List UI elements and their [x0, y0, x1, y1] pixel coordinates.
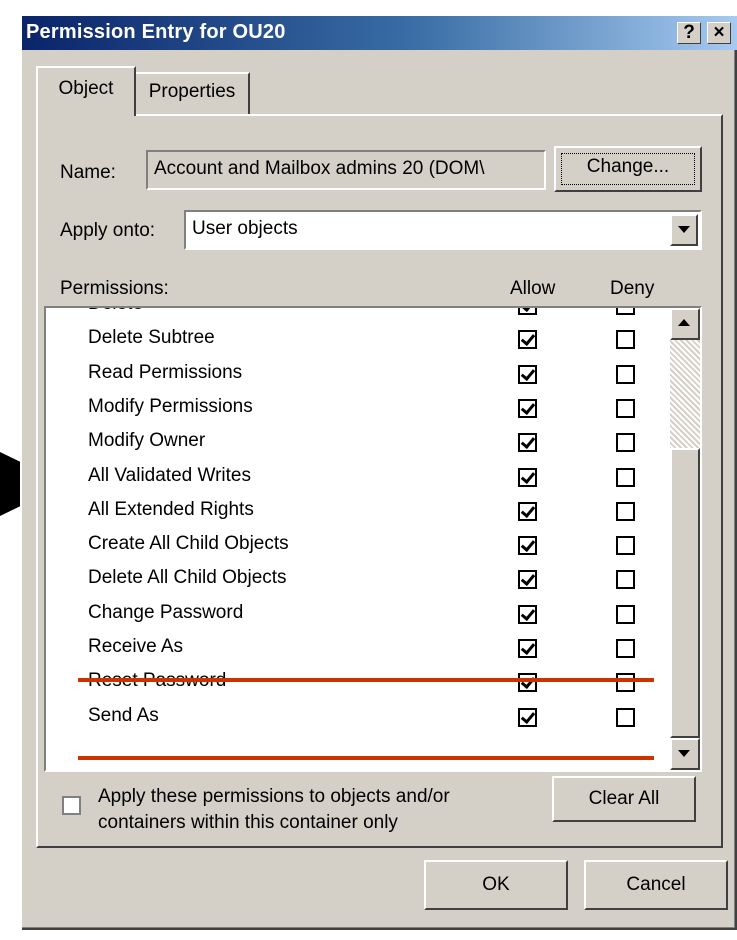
apply-checkbox-label-line2: containers within this container only: [98, 812, 398, 833]
permission-name: Change Password: [88, 601, 244, 623]
permissions-label: Permissions:: [60, 278, 169, 299]
permission-row: Modify Permissions: [46, 391, 646, 425]
permission-name: All Extended Rights: [88, 498, 254, 520]
allow-checkbox[interactable]: [518, 673, 537, 693]
chevron-down-icon: [678, 226, 690, 233]
dropdown-arrow-button[interactable]: [670, 214, 698, 246]
permission-row: Delete All Child Objects: [46, 562, 646, 596]
deny-checkbox[interactable]: [616, 364, 635, 384]
deny-checkbox[interactable]: [616, 673, 635, 693]
permission-row: Receive As: [46, 631, 646, 665]
deny-checkbox[interactable]: [616, 433, 635, 453]
deny-checkbox[interactable]: [616, 330, 635, 350]
title-bar[interactable]: Permission Entry for OU20 ? ×: [22, 16, 737, 50]
deny-checkbox[interactable]: [616, 308, 635, 315]
permission-name: Modify Permissions: [88, 395, 253, 417]
permission-row: Modify Owner: [46, 425, 646, 459]
permission-row: Read Permissions: [46, 357, 646, 391]
permission-row: Send As: [46, 700, 646, 734]
allow-checkbox[interactable]: [518, 501, 537, 521]
allow-checkbox[interactable]: [518, 364, 537, 384]
apply-container-only-checkbox[interactable]: [62, 796, 81, 815]
clear-all-button[interactable]: Clear All: [552, 776, 696, 822]
allow-checkbox[interactable]: [518, 639, 537, 658]
permission-row: Create All Child Objects: [46, 528, 646, 562]
permissions-scrollbar[interactable]: [670, 308, 700, 770]
permission-row: Delete: [46, 308, 646, 322]
window-title: Permission Entry for OU20: [26, 21, 286, 43]
deny-checkbox[interactable]: [616, 604, 635, 624]
permission-row: All Extended Rights: [46, 494, 646, 528]
scroll-down-button[interactable]: [670, 738, 700, 770]
deny-checkbox[interactable]: [616, 639, 635, 658]
annotation-underline-receive-as: [78, 678, 654, 682]
tab-properties[interactable]: Properties: [134, 72, 250, 114]
permission-name: Read Permissions: [88, 361, 243, 383]
permission-name: Modify Owner: [88, 430, 206, 452]
permission-row: Change Password: [46, 597, 646, 631]
permission-name: Delete All Child Objects: [88, 567, 287, 589]
permission-name: Delete: [88, 308, 143, 315]
permission-name: Delete Subtree: [88, 327, 215, 349]
scroll-up-button[interactable]: [670, 308, 700, 340]
permissions-list[interactable]: Send As Reset Password Receive As Change Pa…: [44, 306, 702, 772]
cancel-button[interactable]: Cancel: [584, 860, 728, 910]
allow-checkbox[interactable]: [518, 570, 537, 590]
permission-row: Delete Subtree: [46, 322, 646, 356]
scroll-thumb[interactable]: [670, 448, 700, 738]
allow-checkbox[interactable]: [518, 467, 537, 487]
ok-button[interactable]: OK: [424, 860, 568, 910]
name-label: Name:: [60, 162, 116, 183]
allow-checkbox[interactable]: [518, 330, 537, 350]
close-button[interactable]: ×: [707, 22, 731, 44]
permission-name: Send As: [88, 704, 159, 726]
deny-checkbox[interactable]: [616, 707, 635, 727]
deny-checkbox[interactable]: [616, 570, 635, 590]
name-field: Account and Mailbox admins 20 (DOM\: [146, 150, 546, 190]
change-button[interactable]: Change...: [554, 146, 702, 192]
allow-checkbox[interactable]: [518, 604, 537, 624]
permission-name: Receive As: [88, 636, 184, 657]
permission-row: All Validated Writes: [46, 460, 646, 494]
deny-column-header: Deny: [610, 278, 655, 299]
deny-checkbox[interactable]: [616, 536, 635, 556]
chevron-down-icon: [678, 750, 690, 757]
annotation-underline-send-as: [78, 756, 654, 760]
allow-checkbox[interactable]: [518, 433, 537, 453]
apply-onto-value: User objects: [192, 218, 298, 239]
allow-checkbox[interactable]: [518, 308, 537, 315]
allow-checkbox[interactable]: [518, 398, 537, 418]
help-button[interactable]: ?: [677, 22, 701, 44]
permission-row: Reset Password: [46, 665, 646, 699]
chevron-up-icon: [678, 319, 690, 326]
apply-checkbox-label-line1: Apply these permissions to objects and/o…: [98, 786, 450, 807]
deny-checkbox[interactable]: [616, 501, 635, 521]
tab-object[interactable]: Object: [36, 66, 136, 116]
permission-name: All Validated Writes: [88, 464, 251, 486]
change-button-label: Change...: [561, 153, 695, 185]
deny-checkbox[interactable]: [616, 398, 635, 418]
allow-checkbox[interactable]: [518, 707, 537, 727]
apply-onto-label: Apply onto:: [60, 220, 156, 241]
permission-name: Create All Child Objects: [88, 533, 289, 555]
apply-onto-select[interactable]: User objects: [184, 210, 702, 250]
allow-column-header: Allow: [510, 278, 556, 299]
allow-checkbox[interactable]: [518, 536, 537, 556]
deny-checkbox[interactable]: [616, 467, 635, 487]
